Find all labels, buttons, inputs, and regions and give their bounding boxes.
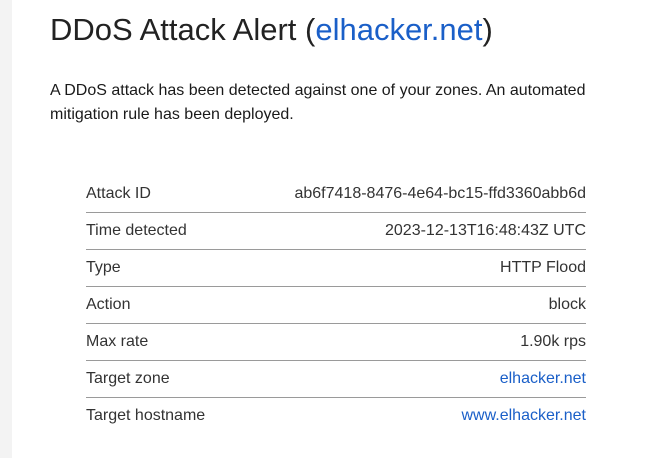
email-body: DDoS Attack Alert (elhacker.net) A DDoS … (12, 0, 652, 458)
max-rate-value: 1.90k rps (231, 323, 586, 361)
time-detected-value: 2023-12-13T16:48:43Z UTC (231, 212, 586, 250)
max-rate-label: Max rate (86, 323, 232, 361)
target-hostname-label: Target hostname (86, 397, 232, 434)
time-detected-label: Time detected (86, 212, 232, 250)
title-prefix: DDoS Attack Alert ( (50, 12, 316, 47)
target-hostname-cell: www.elhacker.net (231, 397, 586, 434)
attack-details-table: Attack ID ab6f7418-8476-4e64-bc15-ffd336… (86, 176, 586, 434)
details-row-attack-id: Attack ID ab6f7418-8476-4e64-bc15-ffd336… (86, 176, 586, 213)
details-row-action: Action block (86, 286, 586, 324)
attack-id-label: Attack ID (86, 185, 151, 202)
action-value: block (231, 286, 586, 324)
details-row-time-detected: Time detected 2023-12-13T16:48:43Z UTC (86, 212, 586, 250)
details-row-max-rate: Max rate 1.90k rps (86, 323, 586, 361)
page-title: DDoS Attack Alert (elhacker.net) (50, 10, 493, 50)
details-row-target-zone: Target zone elhacker.net (86, 360, 586, 398)
action-label: Action (86, 286, 232, 324)
target-zone-label: Target zone (86, 360, 232, 398)
title-suffix: ) (482, 12, 493, 47)
attack-id-value: ab6f7418-8476-4e64-bc15-ffd3360abb6d (294, 185, 586, 202)
type-label: Type (86, 249, 232, 287)
details-row-type: Type HTTP Flood (86, 249, 586, 287)
target-zone-link[interactable]: elhacker.net (500, 370, 586, 387)
alert-description: A DDoS attack has been detected against … (50, 82, 586, 123)
type-value: HTTP Flood (231, 249, 586, 287)
target-hostname-link[interactable]: www.elhacker.net (461, 407, 586, 424)
title-domain-link[interactable]: elhacker.net (315, 12, 482, 47)
details-row-target-hostname: Target hostname www.elhacker.net (86, 397, 586, 434)
target-zone-cell: elhacker.net (231, 360, 586, 398)
